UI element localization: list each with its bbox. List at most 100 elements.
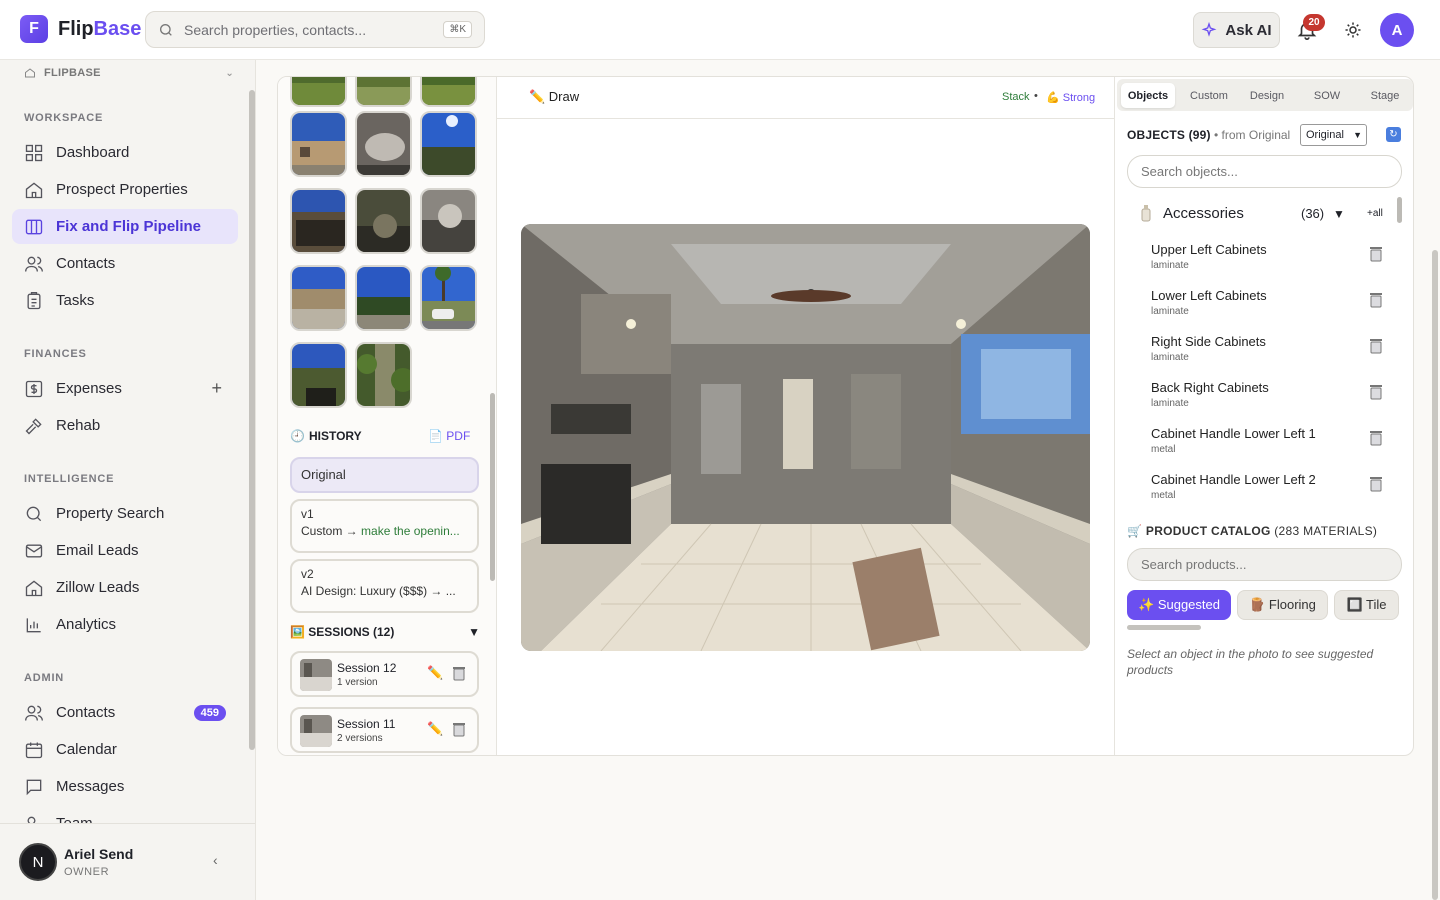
history-title: HISTORY [308, 429, 362, 443]
photo-thumbnail[interactable] [290, 265, 347, 331]
tab-objects[interactable]: Objects [1121, 83, 1175, 108]
nav-zillow-leads[interactable]: Zillow Leads [12, 570, 238, 605]
workspace-switcher[interactable]: FLIPBASE ⌄ [24, 67, 234, 79]
hammer-icon [25, 417, 42, 434]
pencil-icon[interactable]: ✏️ [427, 665, 443, 681]
collapse-sessions-icon[interactable]: ▼ [468, 625, 480, 639]
photo-thumbnail[interactable] [290, 111, 347, 177]
page-scrollbar[interactable] [1432, 250, 1438, 900]
strength-label[interactable]: 💪 Strong [1046, 91, 1095, 104]
photo-thumbnail[interactable] [355, 111, 412, 177]
add-expense-icon[interactable]: + [211, 378, 222, 399]
theme-toggle-icon[interactable] [1344, 21, 1362, 39]
session-item[interactable]: Session 12 1 version ✏️ [290, 651, 479, 697]
sidebar-scrollbar[interactable] [249, 90, 255, 750]
user-avatar[interactable]: A [1380, 13, 1414, 47]
sidebar-user-footer[interactable]: N Ariel Send OWNER ‹ [0, 823, 255, 900]
photo-thumbnail[interactable] [355, 77, 412, 107]
trash-icon[interactable] [1369, 246, 1383, 262]
add-all-button[interactable]: +all [1367, 208, 1383, 219]
collapse-group-icon[interactable]: ▼ [1333, 207, 1345, 221]
nav-calendar[interactable]: Calendar [12, 732, 238, 767]
stack-mode-label[interactable]: Stack [1002, 91, 1030, 103]
object-material: laminate [1151, 352, 1189, 363]
pencil-icon[interactable]: ✏️ [427, 721, 443, 737]
trash-icon[interactable] [1369, 292, 1383, 308]
accessories-group-header[interactable]: Accessories (36) ▼ +all [1139, 205, 1383, 222]
photo-thumbnail[interactable] [420, 77, 477, 107]
photo-thumbnail[interactable] [290, 188, 347, 254]
object-name: Cabinet Handle Lower Left 2 [1151, 472, 1316, 487]
session-item[interactable]: Session 11 2 versions ✏️ [290, 707, 479, 753]
sidebar: FLIPBASE ⌄ WORKSPACE Dashboard Prospect … [0, 60, 256, 900]
chip-suggested[interactable]: ✨ Suggested [1127, 590, 1231, 620]
sessions-heading[interactable]: 🖼️ SESSIONS (12) ▼ [290, 625, 480, 639]
cart-icon: 🛒 [1127, 524, 1143, 538]
refresh-icon[interactable]: ↻ [1386, 127, 1401, 142]
history-entry-v1[interactable]: v1 Custom → make the openin... [290, 499, 479, 553]
photo-thumbnail[interactable] [290, 342, 347, 408]
history-entry-v2[interactable]: v2 AI Design: Luxury ($$$) → ... [290, 559, 479, 613]
history-entry-original[interactable]: Original [290, 457, 479, 493]
gallery-scrollbar[interactable] [490, 393, 495, 581]
nav-admin-contacts[interactable]: Contacts 459 [12, 695, 238, 730]
object-item[interactable]: Upper Left Cabinets laminate [1151, 242, 1391, 282]
nav-label: Contacts [56, 704, 116, 721]
object-item[interactable]: Lower Left Cabinets laminate [1151, 288, 1391, 328]
chevron-down-icon: ⌄ [225, 67, 234, 79]
photo-thumbnail[interactable] [355, 342, 412, 408]
lamp-icon [1141, 205, 1151, 222]
session-name: Session 11 [337, 717, 396, 731]
photo-thumbnail[interactable] [355, 265, 412, 331]
tab-stage[interactable]: Stage [1357, 83, 1413, 108]
nav-fix-and-flip-pipeline[interactable]: Fix and Flip Pipeline [12, 209, 238, 244]
session-versions: 2 versions [337, 733, 383, 744]
nav-property-search[interactable]: Property Search [12, 496, 238, 531]
tab-design[interactable]: Design [1239, 83, 1295, 108]
trash-icon[interactable] [1369, 430, 1383, 446]
nav-contacts[interactable]: Contacts [12, 246, 238, 281]
trash-icon[interactable] [1369, 384, 1383, 400]
draw-tool-button[interactable]: ✏️ Draw [529, 89, 579, 105]
export-pdf-link[interactable]: 📄 PDF [428, 429, 470, 443]
objects-scrollbar[interactable] [1397, 197, 1402, 223]
tab-sow[interactable]: SOW [1299, 83, 1355, 108]
search-products-input[interactable]: Search products... [1127, 548, 1402, 581]
object-item[interactable]: Cabinet Handle Lower Left 2 metal [1151, 472, 1391, 512]
nav-messages[interactable]: Messages [12, 769, 238, 804]
photo-thumbnail[interactable] [420, 188, 477, 254]
nav-tasks[interactable]: Tasks [12, 283, 238, 318]
object-item[interactable]: Right Side Cabinets laminate [1151, 334, 1391, 374]
object-item[interactable]: Cabinet Handle Lower Left 1 metal [1151, 426, 1391, 466]
photo-thumbnail[interactable] [420, 111, 477, 177]
chips-scrollbar[interactable] [1127, 625, 1201, 630]
nav-prospect-properties[interactable]: Prospect Properties [12, 172, 238, 207]
collapse-sidebar-icon[interactable]: ‹ [213, 852, 218, 868]
trash-icon[interactable] [1369, 338, 1383, 354]
object-item[interactable]: Back Right Cabinets laminate [1151, 380, 1391, 420]
global-search-input[interactable]: Search properties, contacts... ⌘K [145, 11, 485, 48]
nav-rehab[interactable]: Rehab [12, 408, 238, 443]
source-version-select[interactable]: Original ▼ [1300, 124, 1367, 146]
nav-dashboard[interactable]: Dashboard [12, 135, 238, 170]
trash-icon[interactable] [452, 666, 466, 681]
kitchen-photo[interactable] [521, 224, 1090, 651]
nav-analytics[interactable]: Analytics [12, 607, 238, 642]
trash-icon[interactable] [452, 722, 466, 737]
trash-icon[interactable] [1369, 476, 1383, 492]
app-logo[interactable]: F FlipBase [20, 15, 141, 43]
nav-label: Email Leads [56, 542, 139, 559]
ask-ai-label: Ask AI [1225, 21, 1272, 39]
chip-tile[interactable]: 🔲 Tile [1334, 590, 1399, 620]
search-objects-input[interactable]: Search objects... [1127, 155, 1402, 188]
kanban-icon [25, 219, 43, 234]
group-count: (36) [1301, 206, 1325, 221]
tab-custom[interactable]: Custom [1181, 83, 1237, 108]
chip-flooring[interactable]: 🪵 Flooring [1237, 590, 1328, 620]
photo-thumbnail[interactable] [290, 77, 347, 107]
nav-email-leads[interactable]: Email Leads [12, 533, 238, 568]
photo-thumbnail[interactable] [420, 265, 477, 331]
nav-expenses[interactable]: Expenses + [12, 371, 238, 406]
ask-ai-button[interactable]: Ask AI [1193, 12, 1280, 48]
photo-thumbnail[interactable] [355, 188, 412, 254]
